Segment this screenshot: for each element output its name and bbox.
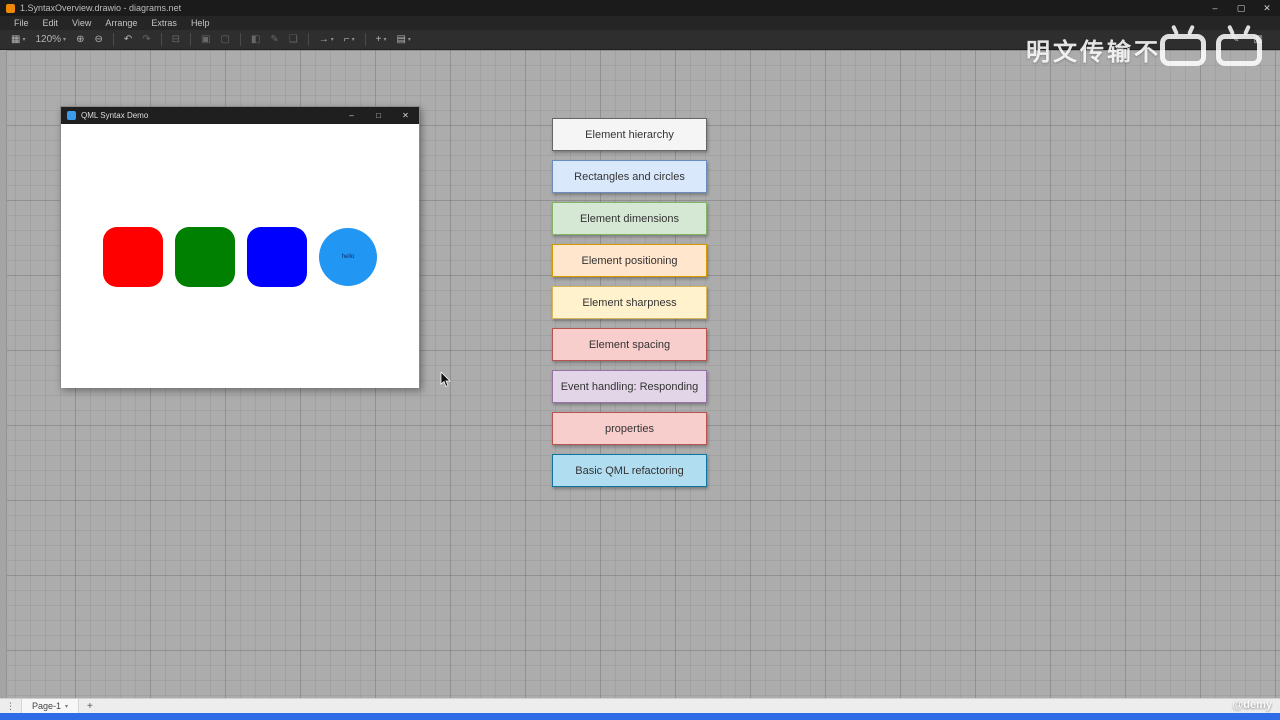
menu-item-help[interactable]: Help	[185, 17, 216, 29]
flow-box[interactable]: Rectangles and circles	[552, 160, 707, 193]
line-color-icon[interactable]: ✎	[267, 33, 281, 46]
watermark-credit: @demy	[1232, 699, 1272, 711]
zoom-level[interactable]: 120% ▾	[32, 33, 69, 46]
watermark-logos	[1160, 26, 1262, 66]
fill-color-icon[interactable]: ◧	[248, 33, 263, 46]
page-tab-label: Page-1	[32, 701, 62, 711]
blue-rounded-rectangle	[247, 227, 307, 287]
zoom-in-icon[interactable]: ⊕	[73, 33, 87, 46]
toolbar-separator	[190, 33, 192, 46]
flow-box[interactable]: Element spacing	[552, 328, 707, 361]
qml-demo-window[interactable]: QML Syntax Demo – □ ✕ hello	[60, 106, 420, 388]
chevron-down-icon: ▾	[383, 37, 387, 43]
window-close-button[interactable]: ✕	[1254, 0, 1280, 16]
qml-close-button: ✕	[402, 111, 409, 120]
blue-circle: hello	[319, 228, 377, 286]
drawio-app: 1.SyntaxOverview.drawio - diagrams.net –…	[0, 0, 1280, 720]
flow-box[interactable]: Element dimensions	[552, 202, 707, 235]
toolbar-separator	[307, 33, 309, 46]
insert-icon[interactable]: + ▾	[373, 33, 390, 46]
connection-icon[interactable]: → ▾	[316, 33, 337, 46]
qml-window-content: hello	[61, 124, 419, 388]
flow-box[interactable]: Element sharpness	[552, 286, 707, 319]
menu-item-edit[interactable]: Edit	[37, 17, 65, 29]
menu-item-view[interactable]: View	[66, 17, 97, 29]
window-controls: – ▢ ✕	[1202, 0, 1280, 16]
flow-box[interactable]: properties	[552, 412, 707, 445]
qml-window-titlebar: QML Syntax Demo – □ ✕	[61, 107, 419, 124]
shadow-icon[interactable]: ❏	[286, 33, 301, 46]
toolbar-left-group: ▦ ▾ 120% ▾ ⊕ ⊖ ↶ ↷ ⊟ ▣ ▢ ◧ ✎ ❏ → ▾ ⌐ ▾ + ▾ ▤ ▾	[8, 33, 414, 46]
toolbar-separator	[112, 33, 114, 46]
qml-minimize-button: –	[349, 111, 354, 120]
menu-bar: File Edit View Arrange Extras Help	[0, 16, 1280, 30]
collapsed-shapes-panel[interactable]	[0, 50, 7, 698]
chevron-down-icon: ▾	[65, 703, 69, 710]
to-back-icon[interactable]: ▢	[217, 33, 232, 46]
add-page-button[interactable]: +	[79, 701, 101, 712]
window-maximize-button[interactable]: ▢	[1228, 0, 1254, 16]
delete-icon[interactable]: ⊟	[169, 33, 183, 46]
chevron-down-icon: ▾	[407, 37, 411, 43]
bilibili-tv-icon	[1216, 34, 1262, 66]
mouse-cursor-icon	[440, 372, 451, 388]
toolbar-separator	[160, 33, 162, 46]
view-toggle-icon[interactable]: ▦ ▾	[8, 33, 28, 46]
menu-item-file[interactable]: File	[8, 17, 35, 29]
chevron-down-icon: ▾	[63, 37, 67, 43]
waypoints-icon[interactable]: ⌐ ▾	[341, 33, 358, 46]
flow-box[interactable]: Element hierarchy	[552, 118, 707, 151]
flow-stack: Element hierarchy Rectangles and circles E…	[552, 118, 707, 496]
chevron-down-icon: ▾	[351, 37, 355, 43]
table-icon[interactable]: ▤ ▾	[393, 33, 413, 46]
pages-menu-icon[interactable]: ⋮	[0, 701, 21, 712]
to-front-icon[interactable]: ▣	[198, 33, 213, 46]
qml-app-icon	[67, 111, 76, 120]
undo-icon[interactable]: ↶	[121, 33, 135, 46]
qml-window-controls: – □ ✕	[338, 107, 419, 124]
toolbar-separator	[239, 33, 241, 46]
qml-maximize-button: □	[376, 111, 381, 120]
window-titlebar: 1.SyntaxOverview.drawio - diagrams.net –…	[0, 0, 1280, 16]
chevron-down-icon: ▾	[22, 37, 26, 43]
flow-box[interactable]: Event handling: Responding	[552, 370, 707, 403]
circle-label: hello	[341, 254, 355, 260]
zoom-out-icon[interactable]: ⊖	[91, 33, 105, 46]
qml-window-title: QML Syntax Demo	[81, 111, 149, 120]
status-bar: ⋮ Page-1 ▾ +	[0, 698, 1280, 714]
window-minimize-button[interactable]: –	[1202, 0, 1228, 16]
green-rounded-rectangle	[175, 227, 235, 287]
drawio-logo-icon	[6, 3, 15, 13]
qml-shape-row: hello	[103, 227, 377, 287]
redo-icon[interactable]: ↷	[139, 33, 153, 46]
canvas[interactable]: QML Syntax Demo – □ ✕ hello Element hier…	[0, 50, 1280, 698]
bottom-accent-bar	[0, 713, 1280, 720]
toolbar-separator	[364, 33, 366, 46]
watermark-text: 明文传输不	[1026, 39, 1161, 66]
bilibili-tv-icon	[1160, 34, 1206, 66]
flow-box[interactable]: Basic QML refactoring	[552, 454, 707, 487]
menu-item-extras[interactable]: Extras	[145, 17, 183, 29]
page-tab[interactable]: Page-1 ▾	[21, 698, 80, 714]
menu-item-arrange[interactable]: Arrange	[99, 17, 143, 29]
flow-box[interactable]: Element positioning	[552, 244, 707, 277]
chevron-down-icon: ▾	[330, 37, 334, 43]
red-rounded-rectangle	[103, 227, 163, 287]
window-title: 1.SyntaxOverview.drawio - diagrams.net	[20, 3, 182, 13]
